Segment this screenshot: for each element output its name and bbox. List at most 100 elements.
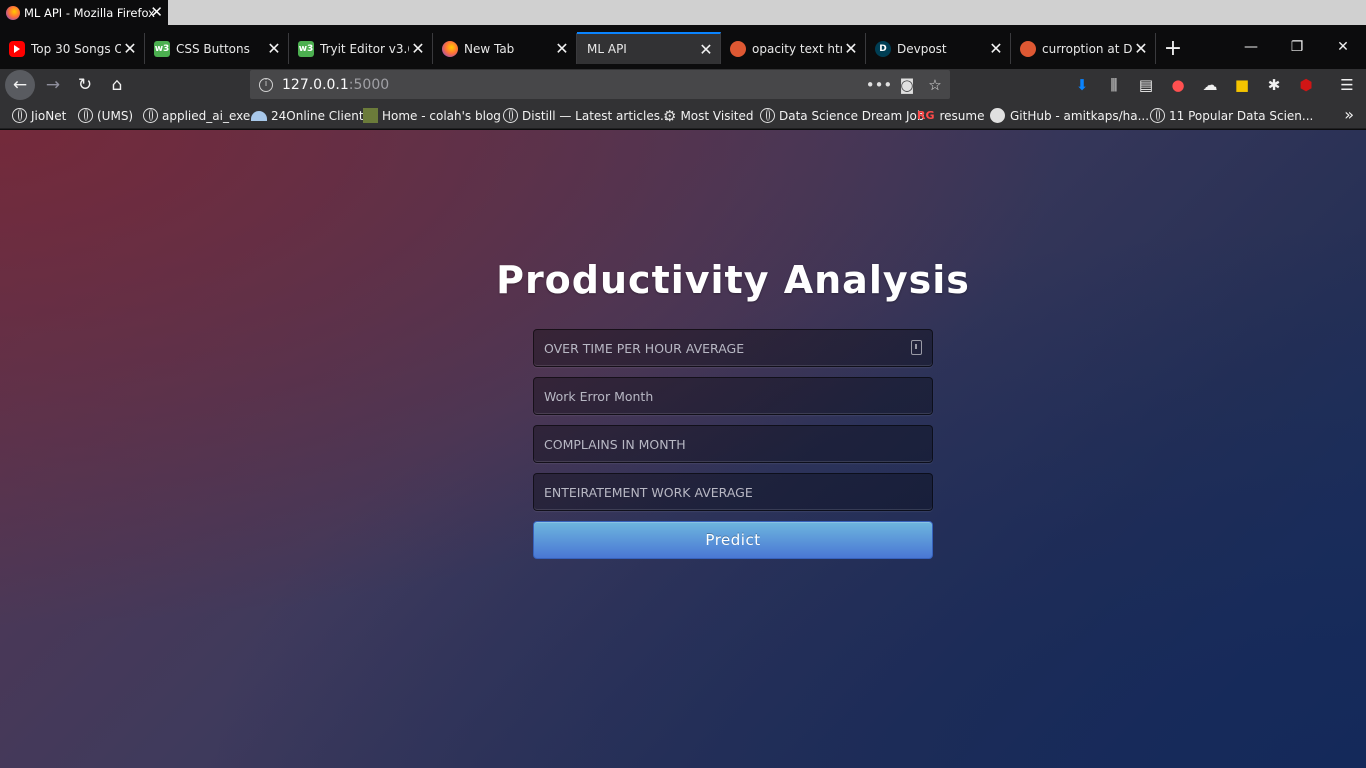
bookmark-distill[interactable]: Distill — Latest articles... bbox=[503, 107, 671, 124]
bookmark-data-science-job[interactable]: Data Science Dream Job bbox=[760, 107, 924, 124]
home-button[interactable]: ⌂ bbox=[102, 69, 132, 101]
ublock-icon[interactable]: ⬢ bbox=[1296, 75, 1316, 95]
entertainment-work-input[interactable] bbox=[533, 473, 933, 511]
bookmark-label: 24Online Client bbox=[271, 108, 364, 123]
predict-button[interactable]: Predict bbox=[533, 521, 933, 559]
blog-icon bbox=[363, 108, 378, 123]
tab-label: opacity text htm bbox=[752, 41, 842, 56]
globe-icon bbox=[503, 108, 518, 123]
duckduckgo-icon bbox=[1020, 40, 1036, 57]
devpost-icon: D bbox=[875, 40, 891, 57]
tab-youtube[interactable]: Top 30 Songs Of ✕ bbox=[0, 33, 145, 64]
bookmark-ums[interactable]: (UMS) bbox=[78, 107, 133, 124]
bookmark-label: Home - colah's blog bbox=[382, 108, 501, 123]
minimize-button[interactable]: — bbox=[1228, 36, 1274, 58]
globe-icon bbox=[760, 108, 775, 123]
forward-button[interactable]: → bbox=[38, 69, 68, 101]
window-titlebar: ML API - Mozilla Firefox ✕ bbox=[0, 0, 1366, 25]
tab-curroption[interactable]: curroption at D ✕ bbox=[1011, 33, 1156, 64]
tab-tryit-editor[interactable]: w3 Tryit Editor v3.6 ✕ bbox=[289, 33, 433, 64]
gear-icon: ⚙ bbox=[663, 106, 677, 125]
tab-ml-api[interactable]: ML API ✕ bbox=[577, 32, 721, 64]
restore-button[interactable]: ❐ bbox=[1274, 36, 1320, 58]
extension-icon[interactable]: ● bbox=[1168, 75, 1188, 95]
overtime-input[interactable] bbox=[533, 329, 933, 367]
site-info-icon[interactable]: i bbox=[259, 77, 273, 92]
close-icon[interactable]: ✕ bbox=[150, 3, 163, 21]
bookmark-data-science-popular[interactable]: 11 Popular Data Scien... bbox=[1150, 107, 1313, 124]
github-icon bbox=[990, 108, 1005, 123]
bookmark-resume[interactable]: RG resume bbox=[917, 107, 984, 124]
close-icon[interactable]: ✕ bbox=[987, 39, 1005, 58]
tab-opacity-text[interactable]: opacity text htm ✕ bbox=[721, 33, 866, 64]
close-icon[interactable]: ✕ bbox=[265, 39, 283, 58]
star-icon[interactable]: ☆ bbox=[921, 70, 949, 99]
researchgate-icon: RG bbox=[917, 109, 935, 122]
close-icon[interactable]: ✕ bbox=[553, 39, 571, 58]
bookmark-label: 11 Popular Data Scien... bbox=[1169, 108, 1314, 123]
youtube-icon bbox=[9, 40, 25, 57]
autofill-icon[interactable] bbox=[911, 340, 922, 355]
bookmark-jionet[interactable]: JioNet bbox=[12, 107, 66, 124]
globe-icon bbox=[143, 108, 158, 123]
new-tab-button[interactable]: + bbox=[1162, 38, 1184, 61]
tab-label: CSS Buttons bbox=[176, 41, 250, 56]
firefox-icon bbox=[6, 5, 20, 20]
w3schools-icon: w3 bbox=[154, 40, 170, 57]
bookmark-colah[interactable]: Home - colah's blog bbox=[363, 107, 501, 124]
tab-label: Devpost bbox=[897, 41, 947, 56]
w3schools-icon: w3 bbox=[298, 40, 314, 57]
arrow-left-icon: ← bbox=[5, 70, 35, 100]
close-icon[interactable]: ✕ bbox=[697, 40, 715, 59]
bookmark-label: (UMS) bbox=[97, 108, 134, 123]
window-title-text: ML API - Mozilla Firefox bbox=[24, 5, 155, 20]
extension-icon[interactable]: ✱ bbox=[1264, 75, 1284, 95]
bookmark-label: applied_ai_exe bbox=[162, 108, 251, 123]
reload-button[interactable]: ↻ bbox=[70, 69, 100, 101]
duckduckgo-icon bbox=[730, 40, 746, 57]
bookmarks-toolbar: JioNet (UMS) applied_ai_exe 24Online Cli… bbox=[0, 101, 1366, 129]
close-icon[interactable]: ✕ bbox=[842, 39, 860, 58]
firefox-icon bbox=[442, 40, 458, 57]
bookmark-applied-ai[interactable]: applied_ai_exe bbox=[143, 107, 250, 124]
window-title: ML API - Mozilla Firefox ✕ bbox=[0, 0, 168, 25]
bookmark-label: resume bbox=[939, 108, 985, 123]
bookmark-most-visited[interactable]: ⚙ Most Visited bbox=[663, 106, 754, 125]
globe-icon bbox=[78, 108, 93, 123]
work-error-input[interactable] bbox=[533, 377, 933, 415]
pocket-icon[interactable]: ◙ bbox=[893, 70, 921, 99]
bookmark-24online[interactable]: 24Online Client bbox=[251, 107, 364, 124]
sidebar-icon[interactable]: ▤ bbox=[1136, 75, 1156, 95]
tab-label: New Tab bbox=[464, 41, 515, 56]
close-icon[interactable]: ✕ bbox=[121, 39, 139, 58]
wifi-icon bbox=[251, 110, 267, 121]
tab-label: ML API bbox=[587, 42, 627, 56]
address-bar[interactable]: i 127.0.0.1 :5000 ••• ◙ ☆ bbox=[250, 70, 950, 99]
bookmark-label: JioNet bbox=[31, 108, 67, 123]
globe-icon bbox=[12, 108, 27, 123]
back-button[interactable]: ← bbox=[5, 69, 35, 101]
field-wrapper bbox=[533, 329, 933, 367]
tab-new-tab[interactable]: New Tab ✕ bbox=[433, 33, 577, 64]
bookmark-github[interactable]: GitHub - amitkaps/ha... bbox=[990, 107, 1149, 124]
close-window-button[interactable]: ✕ bbox=[1320, 36, 1366, 58]
download-icon[interactable]: ⬇ bbox=[1072, 75, 1092, 95]
extension-icon[interactable]: ☁ bbox=[1200, 75, 1220, 95]
globe-icon bbox=[1150, 108, 1165, 123]
complains-input[interactable] bbox=[533, 425, 933, 463]
page-title: Productivity Analysis bbox=[496, 258, 970, 302]
tab-devpost[interactable]: D Devpost ✕ bbox=[866, 33, 1011, 64]
tab-label: Top 30 Songs Of bbox=[31, 41, 121, 56]
library-icon[interactable]: ⫼ bbox=[1104, 75, 1124, 95]
bookmark-label: Most Visited bbox=[680, 108, 754, 123]
bookmark-label: GitHub - amitkaps/ha... bbox=[1010, 108, 1150, 123]
url-port: :5000 bbox=[348, 76, 390, 93]
tab-label: Tryit Editor v3.6 bbox=[320, 41, 409, 56]
extension-icon[interactable]: ■ bbox=[1232, 75, 1252, 95]
page-actions-icon[interactable]: ••• bbox=[865, 70, 893, 99]
tab-css-buttons[interactable]: w3 CSS Buttons ✕ bbox=[145, 33, 289, 64]
close-icon[interactable]: ✕ bbox=[1132, 39, 1150, 58]
chevron-right-icon[interactable]: » bbox=[1344, 105, 1354, 124]
close-icon[interactable]: ✕ bbox=[409, 39, 427, 58]
menu-icon[interactable]: ☰ bbox=[1337, 75, 1357, 95]
